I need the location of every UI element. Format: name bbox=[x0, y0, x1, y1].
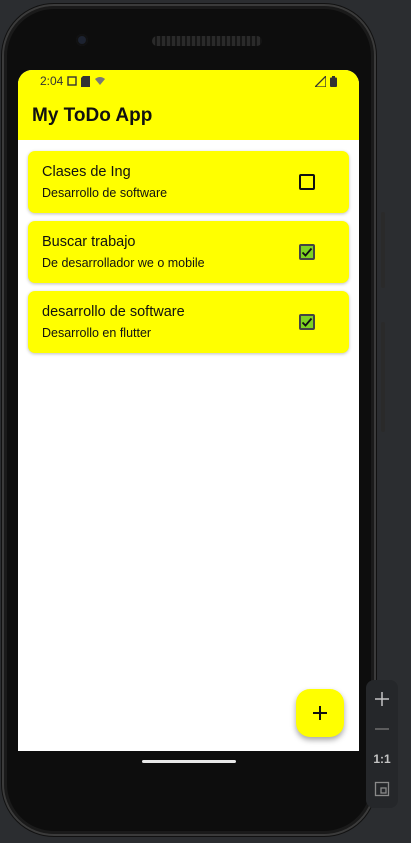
todo-subtitle: Desarrollo en flutter bbox=[42, 326, 152, 340]
minus-icon bbox=[375, 728, 389, 730]
app-title: My ToDo App bbox=[32, 105, 153, 126]
todo-checkbox[interactable] bbox=[299, 174, 315, 190]
status-time: 2:04 bbox=[40, 74, 64, 88]
todo-title: desarrollo de software bbox=[42, 304, 185, 320]
checkmark-icon bbox=[301, 247, 313, 257]
todo-item[interactable]: Clases de Ing Desarrollo de software bbox=[28, 151, 349, 213]
todo-checkbox[interactable] bbox=[299, 314, 315, 330]
sd-card-icon bbox=[81, 75, 91, 87]
earpiece-speaker bbox=[152, 36, 262, 46]
todo-subtitle: De desarrollador we o mobile bbox=[42, 256, 205, 270]
zoom-out-button[interactable] bbox=[369, 717, 395, 741]
app-bar: My ToDo App bbox=[18, 92, 359, 140]
status-bar: 2:04 bbox=[18, 70, 359, 92]
todo-list: Clases de Ing Desarrollo de software Bus… bbox=[18, 140, 359, 353]
todo-title: Buscar trabajo bbox=[42, 234, 136, 250]
fit-screen-icon bbox=[374, 781, 390, 797]
power-button[interactable] bbox=[381, 322, 385, 432]
signal-icon bbox=[315, 75, 326, 87]
actual-size-button[interactable]: 1:1 bbox=[369, 747, 395, 771]
plus-icon bbox=[313, 706, 327, 720]
home-gesture-bar[interactable] bbox=[142, 760, 236, 763]
device-screen: 2:04 My ToDo App Clases de Ing Desarroll… bbox=[18, 70, 359, 751]
fit-screen-button[interactable] bbox=[369, 777, 395, 801]
add-todo-button[interactable] bbox=[296, 689, 344, 737]
notification-icon bbox=[67, 76, 78, 86]
emulator-toolbar: 1:1 bbox=[366, 680, 398, 808]
wifi-off-icon bbox=[95, 77, 106, 85]
todo-subtitle: Desarrollo de software bbox=[42, 186, 168, 200]
todo-item[interactable]: Buscar trabajo De desarrollador we o mob… bbox=[28, 221, 349, 283]
checkmark-icon bbox=[301, 317, 313, 327]
todo-item[interactable]: desarrollo de software Desarrollo en flu… bbox=[28, 291, 349, 353]
plus-icon bbox=[375, 692, 389, 706]
zoom-in-button[interactable] bbox=[369, 687, 395, 711]
todo-title: Clases de Ing bbox=[42, 164, 131, 180]
todo-checkbox[interactable] bbox=[299, 244, 315, 260]
front-camera bbox=[76, 34, 88, 46]
battery-icon bbox=[330, 75, 337, 87]
volume-button[interactable] bbox=[381, 212, 385, 288]
